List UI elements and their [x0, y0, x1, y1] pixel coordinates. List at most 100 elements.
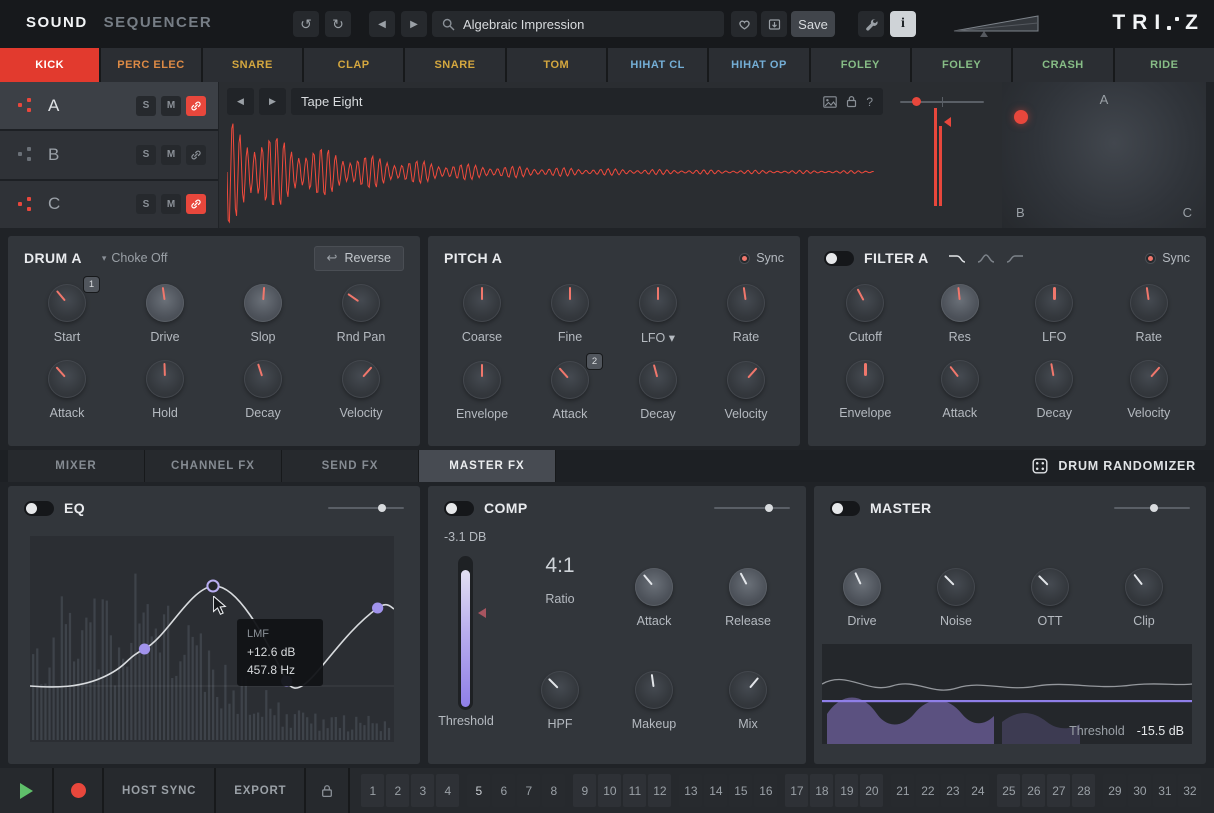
bandpass-icon[interactable]: [976, 251, 996, 265]
master-mix-slider[interactable]: [1114, 501, 1190, 515]
knob[interactable]: Decay: [614, 361, 702, 421]
xy-morph-pad[interactable]: A B C: [1002, 82, 1206, 228]
host-sync-button[interactable]: HOST SYNC: [104, 768, 216, 813]
solo-button[interactable]: S: [136, 96, 156, 116]
pad-tab[interactable]: HIHAT CL: [608, 48, 709, 82]
knob[interactable]: Attack: [616, 568, 692, 628]
knob[interactable]: Makeup: [616, 671, 692, 731]
knob[interactable]: Rnd Pan: [312, 284, 410, 344]
knob-dial[interactable]: [342, 360, 380, 398]
record-button[interactable]: [54, 768, 104, 813]
knob-dial[interactable]: [727, 284, 765, 322]
step-button[interactable]: 24: [966, 774, 989, 807]
ratio-value[interactable]: 4:1: [528, 554, 592, 578]
knob-dial[interactable]: [727, 361, 765, 399]
reverse-button[interactable]: ↩ Reverse: [314, 246, 404, 271]
knob[interactable]: Decay: [214, 360, 312, 420]
comp-toggle[interactable]: [444, 501, 474, 516]
slider-handle[interactable]: [1150, 504, 1158, 512]
knob[interactable]: Envelope: [438, 361, 526, 421]
pad-tab[interactable]: CRASH: [1013, 48, 1114, 82]
tab-sequencer[interactable]: SEQUENCER: [104, 14, 213, 31]
knob-dial[interactable]: [551, 284, 589, 322]
pad-tab[interactable]: CLAP: [304, 48, 405, 82]
knob[interactable]: Release: [710, 568, 786, 628]
link-button[interactable]: [186, 145, 206, 165]
knob[interactable]: LFO ▾: [614, 284, 702, 345]
knob[interactable]: Drive: [116, 284, 214, 344]
step-button[interactable]: 19: [835, 774, 858, 807]
xy-handle[interactable]: [1014, 110, 1028, 124]
knob[interactable]: Drive: [824, 568, 900, 628]
knob-dial[interactable]: [48, 360, 86, 398]
eq-band-handle[interactable]: [207, 581, 218, 592]
link-button[interactable]: [186, 194, 206, 214]
knob-dial[interactable]: [639, 361, 677, 399]
mute-button[interactable]: M: [161, 145, 181, 165]
step-button[interactable]: 25: [997, 774, 1020, 807]
step-button[interactable]: 31: [1153, 774, 1176, 807]
knob-dial[interactable]: [244, 360, 282, 398]
volume-handle[interactable]: [980, 31, 988, 37]
step-button[interactable]: 9: [573, 774, 596, 807]
pad-tab[interactable]: TOM: [507, 48, 608, 82]
knob-dial[interactable]: [1035, 284, 1073, 322]
link-button[interactable]: [186, 96, 206, 116]
step-button[interactable]: 30: [1128, 774, 1151, 807]
pad-tab[interactable]: RIDE: [1115, 48, 1214, 82]
mute-button[interactable]: M: [161, 96, 181, 116]
knob-dial[interactable]: [541, 671, 579, 709]
knob-dial[interactable]: [463, 361, 501, 399]
step-button[interactable]: 4: [436, 774, 459, 807]
solo-button[interactable]: S: [136, 145, 156, 165]
knob[interactable]: HPF: [522, 671, 598, 731]
knob-dial[interactable]: [146, 284, 184, 322]
drum-randomizer-button[interactable]: DRUM RANDOMIZER: [1032, 450, 1196, 482]
step-button[interactable]: 20: [860, 774, 883, 807]
knob-dial[interactable]: [729, 671, 767, 709]
fx-tab[interactable]: MASTER FX: [419, 450, 556, 482]
step-button[interactable]: 26: [1022, 774, 1045, 807]
knob-dial[interactable]: [463, 284, 501, 322]
prev-sample-button[interactable]: ◀: [227, 88, 254, 115]
pad-tab[interactable]: SNARE: [203, 48, 304, 82]
eq-mix-slider[interactable]: [328, 501, 404, 515]
step-button[interactable]: 16: [754, 774, 777, 807]
step-button[interactable]: 28: [1072, 774, 1095, 807]
knob[interactable]: Velocity: [1102, 360, 1197, 420]
pad-tab[interactable]: PERC ELEC: [101, 48, 202, 82]
slider-handle[interactable]: [765, 504, 773, 512]
filter-toggle[interactable]: [824, 251, 854, 266]
info-button[interactable]: i: [890, 11, 916, 37]
fx-tab[interactable]: CHANNEL FX: [145, 450, 282, 482]
eq-display[interactable]: LMF +12.6 dB 457.8 Hz: [30, 536, 394, 742]
step-button[interactable]: 5: [467, 774, 490, 807]
knob-dial[interactable]: [244, 284, 282, 322]
step-button[interactable]: 29: [1103, 774, 1126, 807]
image-icon[interactable]: [823, 96, 837, 108]
step-button[interactable]: 23: [941, 774, 964, 807]
next-sample-button[interactable]: ▶: [259, 88, 286, 115]
step-button[interactable]: 13: [679, 774, 702, 807]
tab-sound[interactable]: SOUND: [26, 14, 88, 31]
layer-row[interactable]: C S M: [0, 181, 218, 228]
play-button[interactable]: [0, 768, 54, 813]
master-threshold-line[interactable]: [822, 700, 1192, 702]
eq-toggle[interactable]: [24, 501, 54, 516]
layer-row[interactable]: A S M: [0, 82, 218, 131]
output-volume-slider[interactable]: [952, 12, 1044, 43]
knob[interactable]: Res: [913, 284, 1008, 344]
step-button[interactable]: 8: [542, 774, 565, 807]
knob-dial[interactable]: [635, 568, 673, 606]
knob[interactable]: Attack: [18, 360, 116, 420]
pad-tab[interactable]: FOLEY: [811, 48, 912, 82]
knob-dial[interactable]: [1130, 284, 1168, 322]
knob-dial[interactable]: [729, 568, 767, 606]
comp-mix-slider[interactable]: [714, 501, 790, 515]
next-preset-button[interactable]: ▶: [401, 11, 427, 37]
knob[interactable]: Noise: [918, 568, 994, 628]
step-button[interactable]: 22: [916, 774, 939, 807]
knob-dial[interactable]: 2: [551, 361, 589, 399]
step-button[interactable]: 11: [623, 774, 646, 807]
knob-dial[interactable]: [635, 671, 673, 709]
